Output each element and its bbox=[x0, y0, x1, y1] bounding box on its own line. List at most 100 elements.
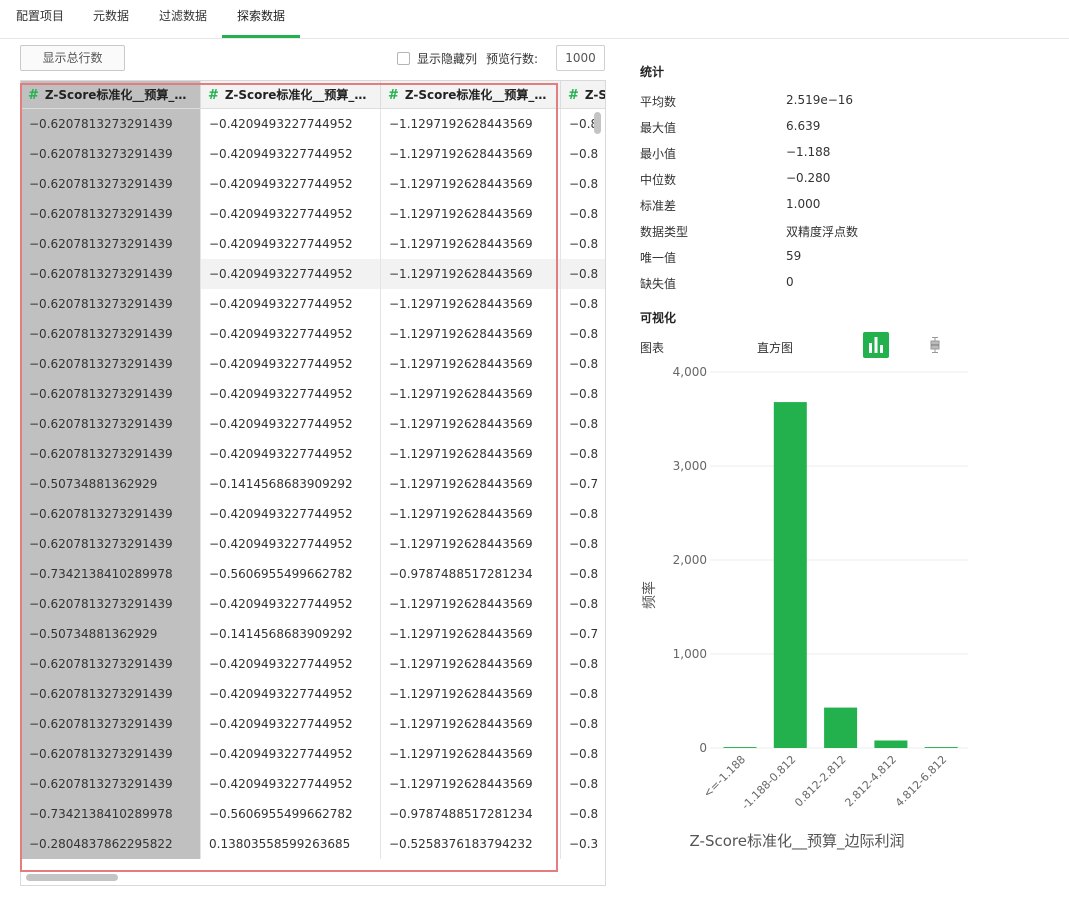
table-row[interactable]: −0.6207813273291439 −0.4209493227744952 −1… bbox=[21, 379, 605, 409]
table-cell: −1.1297192628443569 bbox=[381, 529, 561, 559]
table-cell: −0.50734881362929 bbox=[21, 469, 201, 499]
y-tick-label: 3,000 bbox=[673, 459, 707, 473]
table-cell: −0.7342138410289978 bbox=[21, 559, 201, 589]
table-row[interactable]: −0.6207813273291439 −0.4209493227744952 −1… bbox=[21, 289, 605, 319]
x-axis-label: Z-Score标准化__预算_边际利润 bbox=[690, 832, 905, 851]
preview-rows-input[interactable]: 1000 bbox=[556, 45, 605, 71]
table-row[interactable]: −0.6207813273291439 −0.4209493227744952 −1… bbox=[21, 439, 605, 469]
table-cell: −0.6207813273291439 bbox=[21, 109, 201, 139]
table-cell: −0.7 bbox=[561, 619, 605, 649]
table-row[interactable]: −0.6207813273291439 −0.4209493227744952 −1… bbox=[21, 649, 605, 679]
table-cell: −0.5606955499662782 bbox=[201, 559, 381, 589]
table-row[interactable]: −0.7342138410289978 −0.5606955499662782 −0… bbox=[21, 799, 605, 829]
table-cell: −0.8 bbox=[561, 559, 605, 589]
stat-value: −0.280 bbox=[786, 171, 831, 185]
table-cell: −0.4209493227744952 bbox=[201, 199, 381, 229]
column-header[interactable]: # Z-S bbox=[561, 81, 605, 109]
y-tick-label: 2,000 bbox=[673, 553, 707, 567]
tab-config-project[interactable]: 配置项目 bbox=[14, 0, 66, 38]
table-row[interactable]: −0.6207813273291439 −0.4209493227744952 −1… bbox=[21, 319, 605, 349]
table-cell: −0.8 bbox=[561, 529, 605, 559]
box-plot-icon[interactable] bbox=[925, 335, 945, 355]
tab-filter-data[interactable]: 过滤数据 bbox=[157, 0, 209, 38]
stat-label: 标准差 bbox=[640, 199, 677, 213]
table-row[interactable]: −0.6207813273291439 −0.4209493227744952 −1… bbox=[21, 409, 605, 439]
table-row[interactable]: −0.6207813273291439 −0.4209493227744952 −1… bbox=[21, 349, 605, 379]
table-row[interactable]: −0.6207813273291439 −0.4209493227744952 −1… bbox=[21, 769, 605, 799]
table-cell: −0.6207813273291439 bbox=[21, 379, 201, 409]
table-cell: −0.8 bbox=[561, 679, 605, 709]
show-total-rows-button[interactable]: 显示总行数 bbox=[20, 45, 125, 71]
histogram-bar bbox=[773, 402, 807, 748]
column-header[interactable]: # Z-Score标准化__预算_… bbox=[21, 81, 201, 109]
table-cell: −0.4209493227744952 bbox=[201, 379, 381, 409]
stat-label: 缺失值 bbox=[640, 277, 677, 291]
table-row[interactable]: −0.50734881362929 −0.1414568683909292 −1.1… bbox=[21, 469, 605, 499]
table-cell: −0.8 bbox=[561, 499, 605, 529]
histogram-bar bbox=[824, 707, 858, 748]
show-hidden-columns-checkbox[interactable] bbox=[397, 52, 410, 65]
table-cell: −1.1297192628443569 bbox=[381, 709, 561, 739]
table-row[interactable]: −0.6207813273291439 −0.4209493227744952 −1… bbox=[21, 499, 605, 529]
table-cell: −1.1297192628443569 bbox=[381, 349, 561, 379]
table-cell: −0.8 bbox=[561, 589, 605, 619]
numeric-type-icon: # bbox=[388, 88, 399, 103]
table-cell: −0.4209493227744952 bbox=[201, 769, 381, 799]
table-cell: −1.1297192628443569 bbox=[381, 439, 561, 469]
column-header-label: Z-Score标准化__预算_… bbox=[404, 88, 547, 102]
table-cell: −1.1297192628443569 bbox=[381, 289, 561, 319]
table-row[interactable]: −0.50734881362929 −0.1414568683909292 −1.1… bbox=[21, 619, 605, 649]
table-cell: −0.8 bbox=[561, 439, 605, 469]
table-cell: −0.8 bbox=[561, 289, 605, 319]
x-tick-label: -1.188-0.812 bbox=[739, 753, 798, 812]
table-row[interactable]: −0.6207813273291439 −0.4209493227744952 −1… bbox=[21, 169, 605, 199]
table-cell: −0.7342138410289978 bbox=[21, 799, 201, 829]
table-row[interactable]: −0.6207813273291439 −0.4209493227744952 −1… bbox=[21, 199, 605, 229]
table-cell: −0.4209493227744952 bbox=[201, 739, 381, 769]
table-cell: 0.13803558599263685 bbox=[201, 829, 381, 859]
stat-value: 59 bbox=[786, 249, 802, 263]
table-row[interactable]: −0.6207813273291439 −0.4209493227744952 −1… bbox=[21, 709, 605, 739]
stat-value: 0 bbox=[786, 275, 794, 289]
table-cell: −1.1297192628443569 bbox=[381, 739, 561, 769]
table-cell: −0.8 bbox=[561, 799, 605, 829]
table-cell: −0.8 bbox=[561, 259, 605, 289]
table-row[interactable]: −0.6207813273291439 −0.4209493227744952 −1… bbox=[21, 679, 605, 709]
table-cell: −0.1414568683909292 bbox=[201, 469, 381, 499]
table-cell: −0.7 bbox=[561, 469, 605, 499]
column-header[interactable]: # Z-Score标准化__预算_… bbox=[201, 81, 381, 109]
horizontal-scrollbar[interactable] bbox=[26, 874, 118, 881]
histogram-bar bbox=[874, 740, 908, 748]
table-row[interactable]: −0.7342138410289978 −0.5606955499662782 −0… bbox=[21, 559, 605, 589]
table-row[interactable]: −0.6207813273291439 −0.4209493227744952 −1… bbox=[21, 739, 605, 769]
stat-label: 最大值 bbox=[640, 121, 677, 135]
numeric-type-icon: # bbox=[28, 88, 39, 103]
table-row[interactable]: −0.6207813273291439 −0.4209493227744952 −1… bbox=[21, 529, 605, 559]
table-cell: −1.1297192628443569 bbox=[381, 769, 561, 799]
table-row[interactable]: −0.6207813273291439 −0.4209493227744952 −1… bbox=[21, 229, 605, 259]
table-cell: −0.3 bbox=[561, 829, 605, 859]
table-cell: −0.6207813273291439 bbox=[21, 289, 201, 319]
table-cell: −0.6207813273291439 bbox=[21, 439, 201, 469]
table-cell: −0.9787488517281234 bbox=[381, 799, 561, 829]
tab-explore-data[interactable]: 探索数据 bbox=[222, 0, 300, 38]
table-row[interactable]: −0.6207813273291439 −0.4209493227744952 −1… bbox=[21, 109, 605, 139]
bar-chart-icon[interactable] bbox=[863, 332, 889, 358]
table-row[interactable]: −0.2804837862295822 0.13803558599263685 −0… bbox=[21, 829, 605, 859]
stat-value: 2.519e−16 bbox=[786, 93, 854, 107]
table-cell: −0.4209493227744952 bbox=[201, 529, 381, 559]
table-cell: −0.4209493227744952 bbox=[201, 409, 381, 439]
table-row[interactable]: −0.6207813273291439 −0.4209493227744952 −1… bbox=[21, 139, 605, 169]
table-row[interactable]: −0.6207813273291439 −0.4209493227744952 −1… bbox=[21, 589, 605, 619]
table-row[interactable]: −0.6207813273291439 −0.4209493227744952 −1… bbox=[21, 259, 605, 289]
vertical-scrollbar[interactable] bbox=[594, 112, 601, 134]
tab-metadata[interactable]: 元数据 bbox=[90, 0, 132, 38]
y-tick-label: 0 bbox=[699, 741, 707, 755]
table-cell: −0.4209493227744952 bbox=[201, 649, 381, 679]
table-cell: −0.4209493227744952 bbox=[201, 349, 381, 379]
stat-label: 唯一值 bbox=[640, 251, 677, 265]
table-cell: −0.6207813273291439 bbox=[21, 349, 201, 379]
column-header[interactable]: # Z-Score标准化__预算_… bbox=[381, 81, 561, 109]
table-cell: −1.1297192628443569 bbox=[381, 679, 561, 709]
table-cell: −0.6207813273291439 bbox=[21, 199, 201, 229]
